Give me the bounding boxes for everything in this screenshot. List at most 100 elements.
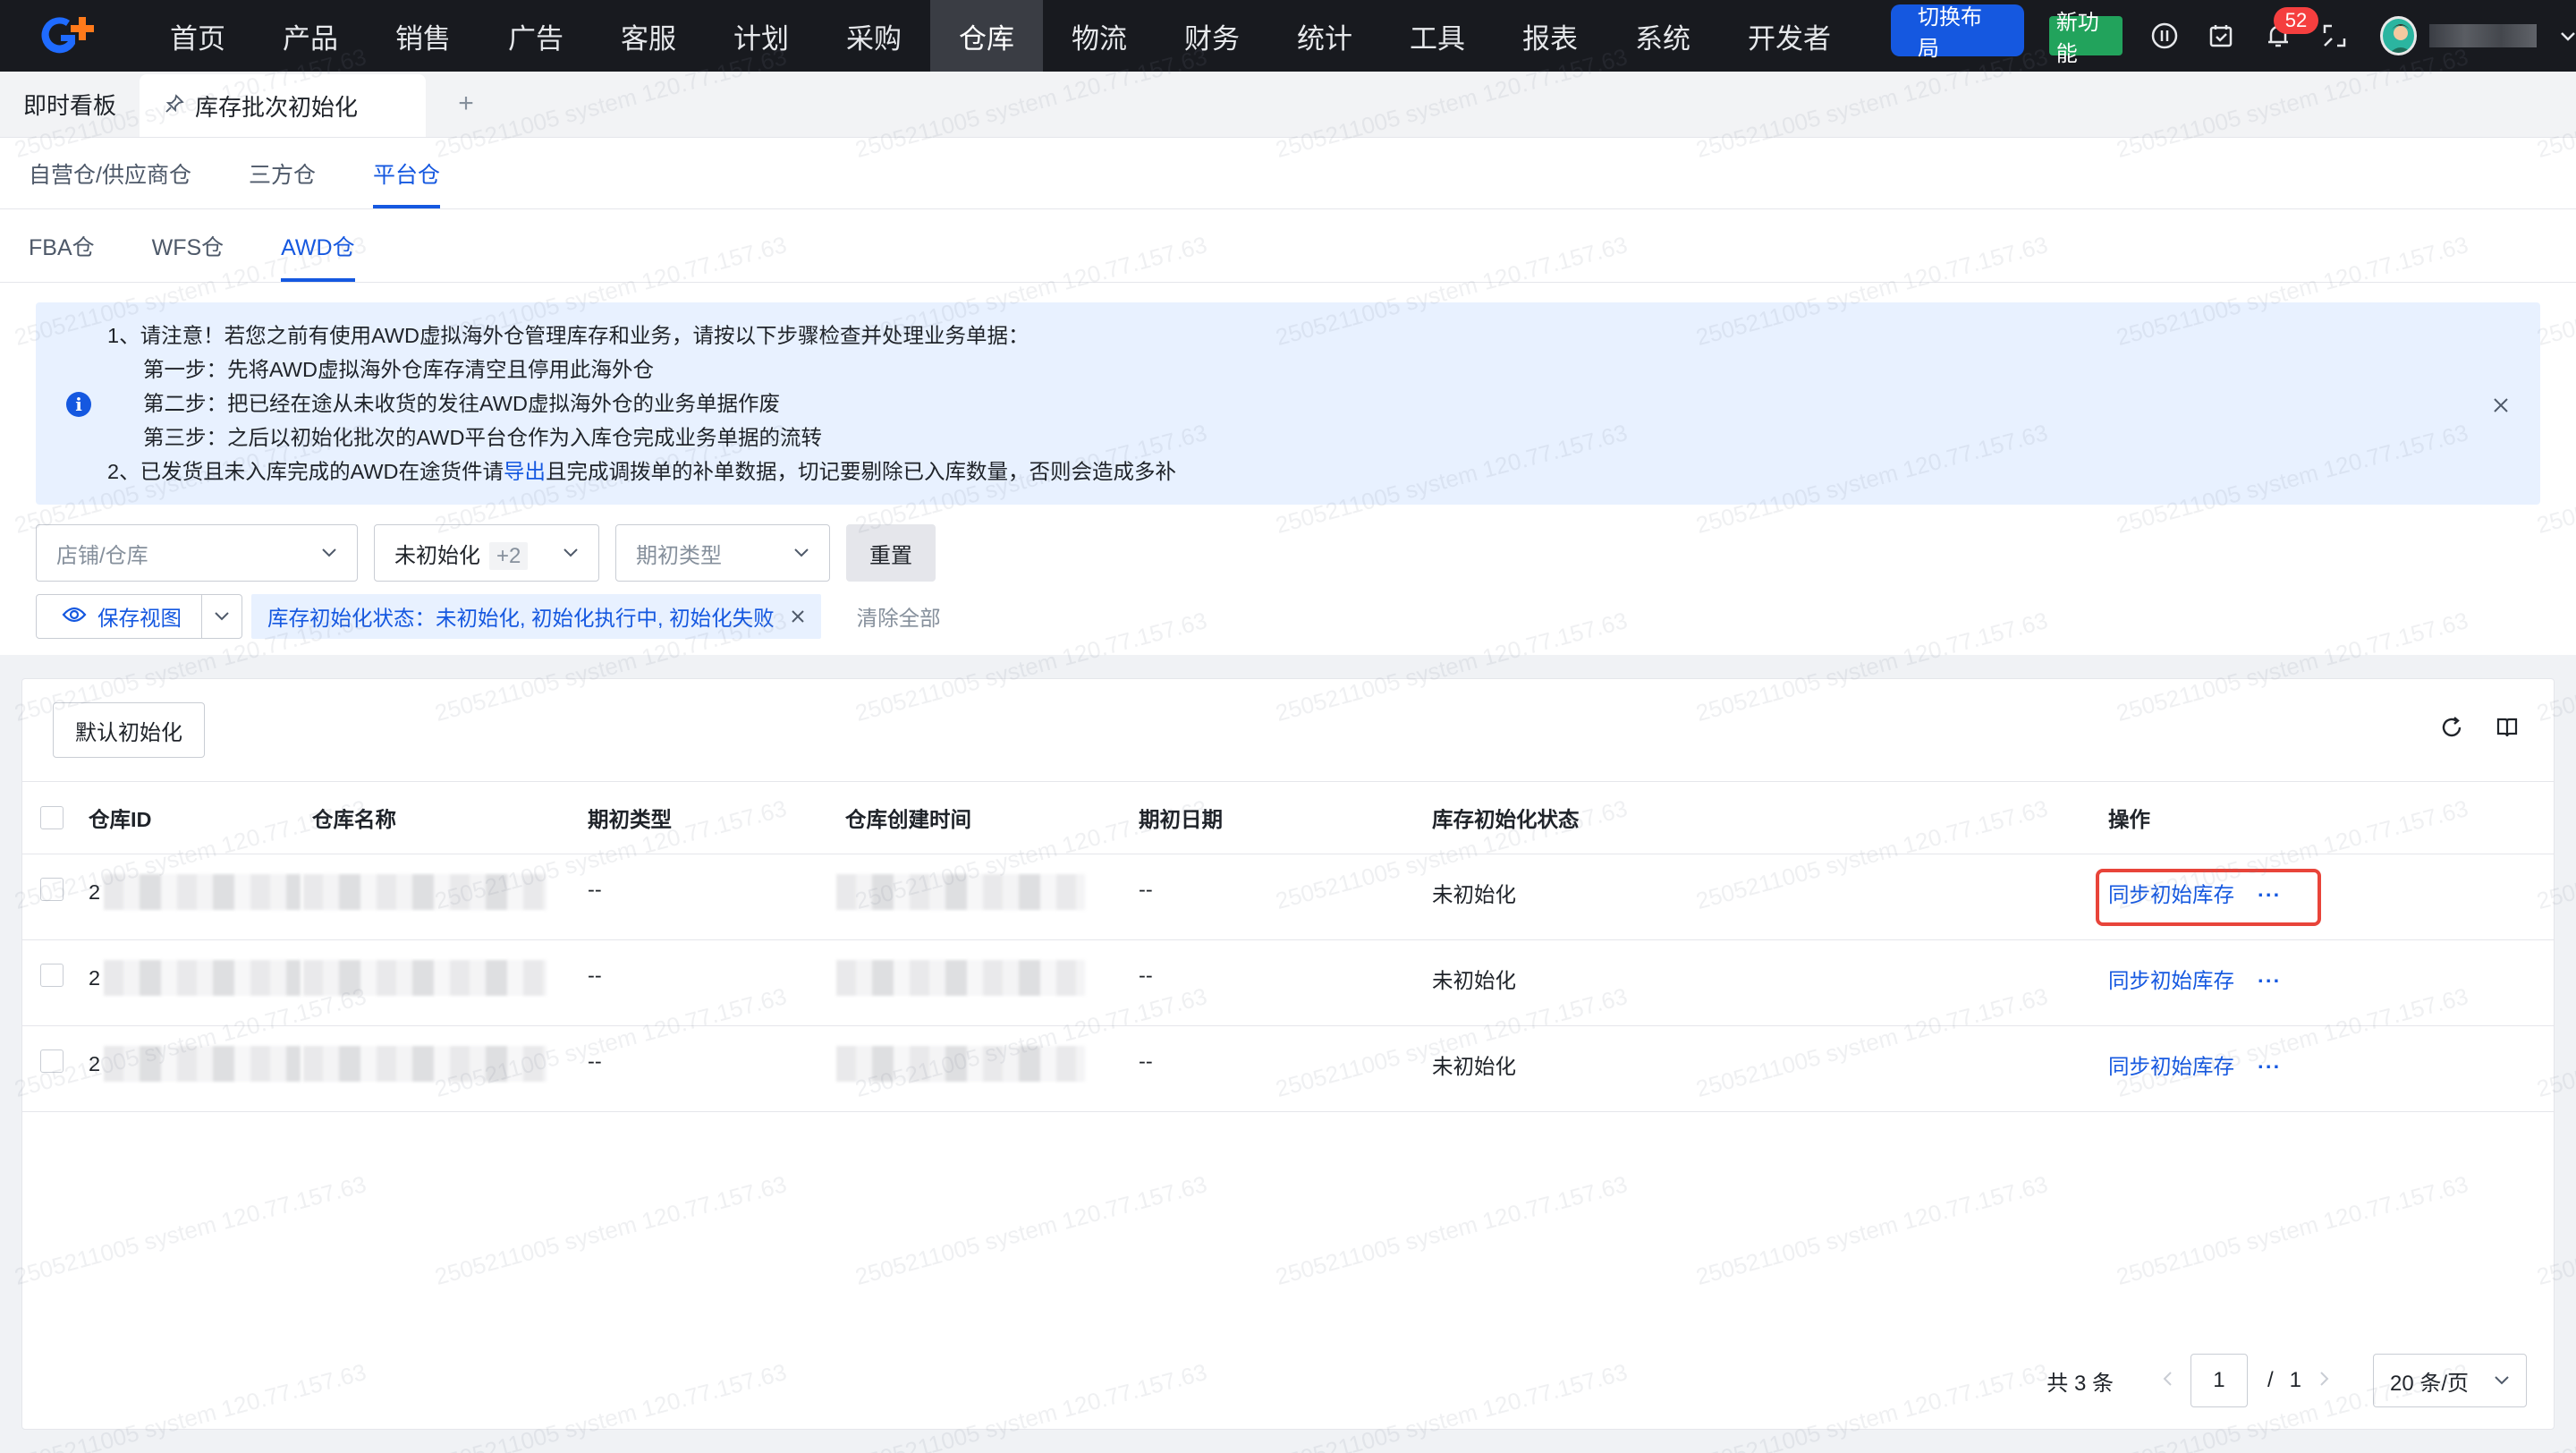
filter-panel: 自营仓/供应商仓 三方仓 平台仓 FBA仓 WFS仓 AWD仓 i 1、请注意！若您之前… [0, 138, 2576, 655]
calendar-check-icon[interactable] [2207, 20, 2236, 52]
add-tab-button[interactable]: + [426, 71, 506, 137]
init-status-select[interactable]: 未初始化 +2 [374, 524, 599, 582]
chevron-down-icon [322, 548, 336, 557]
active-filter-chip[interactable]: 库存初始化状态：未初始化, 初始化执行中, 初始化失败 [251, 594, 821, 639]
notice-line-2-tail: 且完成调拨单的补单数据，切记要剔除已入库数量，否则会造成多补 [546, 460, 1177, 483]
tab-warehouse-type-2[interactable]: 平台仓 [344, 138, 469, 208]
nav-item-logistics[interactable]: 物流 [1043, 0, 1156, 72]
sync-initial-stock-link[interactable]: 同步初始库存 [2108, 969, 2234, 992]
app-logo[interactable] [0, 0, 116, 72]
close-icon[interactable] [2492, 392, 2510, 421]
notice-line-2: 2、已发货且未入库完成的AWD在途货件请导出且完成调拨单的补单数据，切记要剔除已… [107, 455, 1176, 489]
avatar[interactable] [2379, 16, 2417, 55]
warehouse-table: 仓库ID 仓库名称 期初类型 仓库创建时间 期初日期 库存初始化状态 操作 2 -- -- 未初始… [22, 781, 2554, 1112]
nav-item-tools[interactable]: 工具 [1381, 0, 1494, 72]
pagination-total: 共 3 条 [2046, 1371, 2114, 1396]
init-status-cell: 未初始化 [1432, 969, 1516, 992]
nav-item-plan[interactable]: 计划 [705, 0, 818, 72]
created-time-cell [836, 874, 1139, 910]
table-row: 2 -- -- 未初始化 同步初始库存 ··· [22, 854, 2554, 940]
column-header: 库存初始化状态 [1432, 808, 1580, 831]
view-row: 保存视图 库存初始化状态：未初始化, 初始化执行中, 初始化失败 清除全部 [36, 594, 941, 639]
warehouse-id-prefix: 2 [89, 966, 101, 990]
switch-layout-button[interactable]: 切换布局 [1891, 4, 2024, 61]
close-icon[interactable] [791, 605, 805, 629]
notice-step-3: 第三步：之后以初始化批次的AWD平台仓作为入库仓完成业务单据的流转 [143, 426, 822, 449]
help-icon[interactable] [2149, 20, 2179, 52]
filter-bar: 店铺/仓库 未初始化 +2 期初类型 重置 [36, 524, 936, 582]
default-init-button[interactable]: 默认初始化 [53, 702, 205, 758]
created-time-cell [836, 1046, 1139, 1082]
prev-page-icon[interactable] [2162, 1368, 2173, 1393]
warehouse-id-redacted [104, 1046, 301, 1082]
action-cell: 同步初始库存 ··· [2108, 964, 2377, 994]
bell-icon[interactable]: 52 [2263, 7, 2318, 52]
username-redacted [2428, 24, 2537, 47]
sync-initial-stock-link[interactable]: 同步初始库存 [2108, 1055, 2234, 1078]
page-size-select[interactable]: 20 条/页 [2373, 1354, 2527, 1407]
refresh-icon[interactable] [2439, 715, 2464, 746]
pagination: 共 3 条 1 / 1 20 条/页 [2046, 1354, 2527, 1407]
page-tab-inventory-init[interactable]: 库存批次初始化 [140, 74, 427, 137]
more-actions-icon[interactable]: ··· [2258, 969, 2281, 992]
nav-item-home[interactable]: 首页 [141, 0, 254, 72]
clear-all-button[interactable]: 清除全部 [857, 601, 941, 632]
nav-item-service[interactable]: 客服 [592, 0, 705, 72]
tab-warehouse-type-1[interactable]: 三方仓 [220, 138, 344, 208]
table-card: 默认初始化 仓库ID 仓库名称 期初类型 仓库创建时间 期初日期 库存初始化状态 操作 2 -… [21, 678, 2555, 1430]
select-all-checkbox[interactable] [40, 806, 64, 829]
nav-item-sales[interactable]: 销售 [367, 0, 479, 72]
init-status-cell: 未初始化 [1432, 883, 1516, 906]
created-time-cell [836, 960, 1139, 996]
tab-warehouse-type-0[interactable]: 自营仓/供应商仓 [0, 138, 220, 208]
tab-platform-0[interactable]: FBA仓 [0, 209, 123, 282]
export-link[interactable]: 导出 [504, 460, 546, 483]
save-view-button[interactable]: 保存视图 [37, 595, 202, 638]
save-view-dropdown[interactable] [202, 595, 242, 638]
init-status-more-tag: +2 [489, 541, 529, 570]
nav-right-tools: 切换布局 新功能 52 [1891, 0, 2576, 72]
created-time-redacted [836, 960, 1085, 996]
chevron-down-icon[interactable] [2560, 23, 2576, 48]
tab-platform-2[interactable]: AWD仓 [252, 209, 383, 282]
pin-icon[interactable] [165, 92, 184, 120]
notice-alert: i 1、请注意！若您之前有使用AWD虚拟海外仓管理库存和业务，请按以下步骤检查并… [36, 302, 2540, 505]
table-row: 2 -- -- 未初始化 同步初始库存 ··· [22, 940, 2554, 1026]
nav-item-developer[interactable]: 开发者 [1719, 0, 1860, 72]
reset-button[interactable]: 重置 [846, 524, 936, 582]
chevron-down-icon [794, 548, 809, 557]
column-settings-icon[interactable] [2495, 715, 2520, 746]
more-actions-icon[interactable]: ··· [2258, 1055, 2281, 1078]
nav-item-warehouse[interactable]: 仓库 [930, 0, 1043, 72]
table-header: 仓库ID 仓库名称 期初类型 仓库创建时间 期初日期 库存初始化状态 操作 [22, 781, 2554, 854]
opening-type-placeholder: 期初类型 [636, 543, 722, 568]
page-tab-dashboard[interactable]: 即时看板 [0, 71, 140, 137]
table-tools [2439, 715, 2520, 746]
chevron-down-icon [215, 612, 229, 621]
opening-type-select[interactable]: 期初类型 [615, 524, 830, 582]
next-page-icon[interactable] [2319, 1368, 2330, 1393]
column-header: 仓库创建时间 [845, 808, 971, 831]
shop-warehouse-select[interactable]: 店铺/仓库 [36, 524, 358, 582]
nav-item-product[interactable]: 产品 [254, 0, 367, 72]
nav-item-stats[interactable]: 统计 [1268, 0, 1381, 72]
new-feature-badge[interactable]: 新功能 [2048, 11, 2123, 66]
highlight-box [2096, 869, 2321, 926]
nav-item-ads[interactable]: 广告 [479, 0, 592, 72]
row-checkbox[interactable] [40, 1049, 64, 1073]
nav-item-purchase[interactable]: 采购 [818, 0, 930, 72]
column-header: 操作 [2108, 808, 2150, 831]
nav-item-reports[interactable]: 报表 [1494, 0, 1606, 72]
fullscreen-icon[interactable] [2319, 20, 2349, 52]
pagination-separator: / [2267, 1368, 2274, 1392]
warehouse-name-cell [303, 874, 588, 910]
row-checkbox[interactable] [40, 964, 64, 987]
active-filter-label: 库存初始化状态：未初始化, 初始化执行中, 初始化失败 [267, 607, 775, 630]
nav-item-system[interactable]: 系统 [1606, 0, 1719, 72]
row-checkbox[interactable] [40, 878, 64, 901]
warehouse-id-prefix: 2 [89, 880, 101, 905]
nav-item-finance[interactable]: 财务 [1156, 0, 1268, 72]
select-all-checkbox-cell [22, 806, 89, 829]
page-number-input[interactable]: 1 [2190, 1354, 2248, 1407]
tab-platform-1[interactable]: WFS仓 [123, 209, 253, 282]
